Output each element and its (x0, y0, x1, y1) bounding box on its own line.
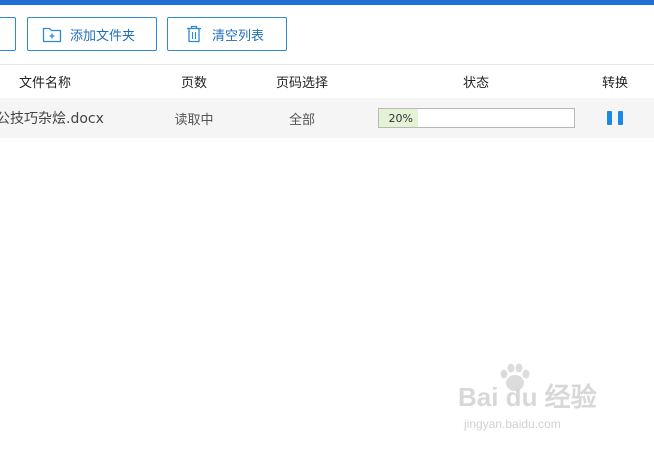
watermark-logo-text: Bai du 经验 (458, 382, 597, 412)
column-header-page-range[interactable]: 页码选择 (262, 65, 342, 98)
table-header: 文件名称 页数 页码选择 状态 转换 (0, 65, 654, 98)
column-header-pages[interactable]: 页数 (154, 65, 234, 98)
column-header-status[interactable]: 状态 (376, 65, 576, 98)
add-file-button[interactable] (0, 17, 16, 51)
progress-text: 20% (388, 111, 413, 125)
page-count: 读取中 (174, 112, 214, 128)
convert-cell (584, 98, 646, 138)
clear-list-label: 清空列表 (212, 28, 265, 44)
file-name: 公技巧杂烩.docx (0, 111, 104, 127)
add-folder-button[interactable]: 添加文件夹 (27, 17, 157, 51)
clear-list-button[interactable]: 清空列表 (167, 17, 287, 51)
column-header-name[interactable]: 文件名称 (0, 65, 110, 98)
status-cell: 20% (376, 98, 576, 138)
add-folder-icon (42, 24, 62, 44)
app-window: 添加文件夹 清空列表 文件名称 页数 页码选择 状态 转换 公技巧杂烩.docx… (0, 0, 654, 455)
watermark-url: jingyan.baidu.com (464, 417, 561, 431)
table-row[interactable]: 公技巧杂烩.docx 读取中 全部 20% (0, 98, 654, 138)
add-folder-label: 添加文件夹 (70, 28, 136, 44)
toolbar: 添加文件夹 清空列表 (0, 5, 654, 65)
baidu-watermark: Bai du 经验 jingyan.baidu.com (458, 363, 618, 437)
progress-bar: 20% (377, 108, 575, 128)
column-header-convert[interactable]: 转换 (584, 65, 646, 98)
trash-icon (184, 24, 204, 44)
page-range-select[interactable]: 全部 (262, 98, 342, 138)
pause-icon[interactable] (607, 110, 623, 126)
